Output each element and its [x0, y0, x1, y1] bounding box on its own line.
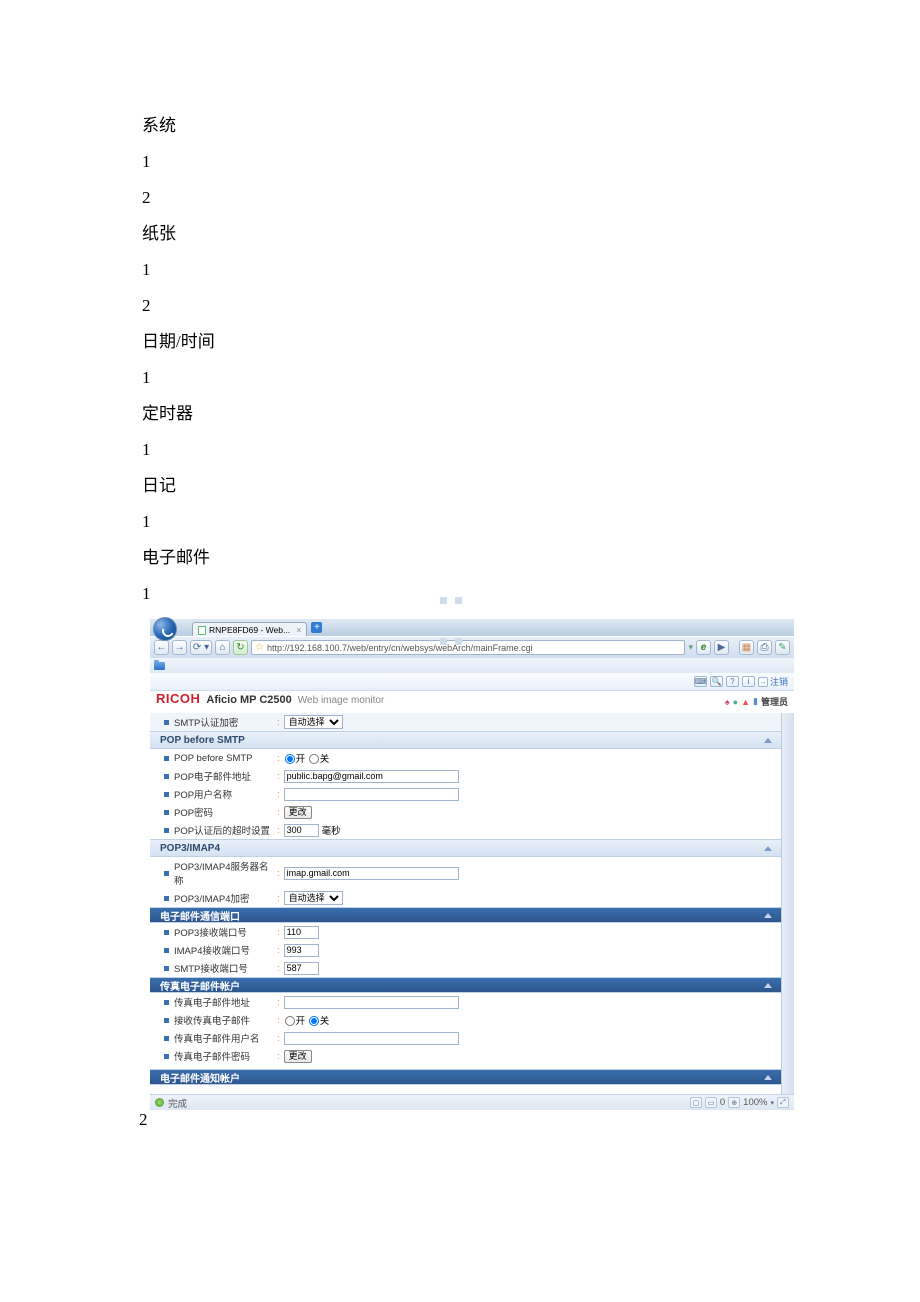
- pop-email-input[interactable]: [284, 770, 459, 783]
- section-pop-before-smtp[interactable]: POP before SMTP: [150, 731, 782, 749]
- brand-logo: RICOH: [156, 691, 200, 706]
- text-line: 日记: [142, 468, 215, 504]
- page-icon-bar: ⌨ 🔍 ? i → 注销: [150, 673, 794, 691]
- browser-window: RNPE8FD69 - Web... × + ← → ⟳ ▾ ⌂ ↻ ☆ htt…: [150, 619, 794, 1110]
- section-pop-imap[interactable]: POP3/IMAP4: [150, 839, 782, 857]
- info-icon[interactable]: i: [742, 676, 755, 687]
- app-title: Web image monitor: [298, 695, 385, 706]
- feed-icon[interactable]: ▦: [739, 640, 754, 655]
- pop-timeout-input[interactable]: [284, 824, 319, 837]
- url-text: http://192.168.100.7/web/entry/cn/websys…: [267, 643, 533, 653]
- home-button[interactable]: ⌂: [215, 640, 230, 655]
- collapse-icon: [764, 846, 772, 851]
- user-icon: ♠: [725, 697, 730, 707]
- text-line: 系统: [142, 108, 215, 144]
- logout-link[interactable]: → 注销: [758, 675, 788, 688]
- job-icon: ▮: [753, 696, 758, 707]
- tools-icon[interactable]: ✎: [775, 640, 790, 655]
- back-button[interactable]: ←: [154, 640, 169, 655]
- favorite-icon[interactable]: ☆: [255, 642, 264, 653]
- text-line: 1: [142, 432, 215, 468]
- go-button[interactable]: ▶: [714, 640, 729, 655]
- pop-password-change[interactable]: 更改: [284, 806, 312, 819]
- search-icon[interactable]: 🔍: [710, 676, 723, 687]
- pop-user-input[interactable]: [284, 788, 459, 801]
- imap-server-input[interactable]: [284, 867, 459, 880]
- user-info: ♠ ● ▲ ▮ 管理员: [725, 695, 788, 708]
- imap-crypt-select[interactable]: 自动选择: [284, 891, 343, 905]
- status-dot-icon: [155, 1098, 164, 1107]
- collapse-icon: [764, 738, 772, 743]
- address-bar[interactable]: ☆ http://192.168.100.7/web/entry/cn/webs…: [251, 640, 685, 655]
- fax-password-change[interactable]: 更改: [284, 1050, 312, 1063]
- close-icon[interactable]: ×: [296, 625, 301, 635]
- smtp-crypt-select[interactable]: 自动选择: [284, 715, 343, 729]
- popup-blocker-icon[interactable]: ▭: [705, 1097, 717, 1108]
- page-mode-icon[interactable]: ▢: [690, 1097, 702, 1108]
- device-model: Aficio MP C2500: [206, 694, 291, 706]
- tab-strip: RNPE8FD69 - Web... × +: [150, 619, 794, 636]
- scrollbar-down[interactable]: ▾: [783, 1083, 793, 1093]
- zoom-icon[interactable]: ⊕: [728, 1097, 740, 1108]
- alert-icon: ▲: [741, 697, 750, 707]
- pop-on-radio[interactable]: 开: [284, 751, 306, 765]
- page-number-fragment: 2: [139, 1110, 148, 1130]
- fax-recv-on-radio[interactable]: 开: [284, 1013, 306, 1027]
- help-icon[interactable]: ?: [726, 676, 739, 687]
- section-notify-account[interactable]: 电子邮件通知帐户: [150, 1069, 782, 1085]
- bookmarks-bar: [150, 658, 794, 673]
- text-line: 1: [142, 360, 215, 396]
- settings-scroll-area: ▾ SMTP认证加密 : 自动选择 POP before SMTP PO: [150, 713, 794, 1094]
- section-email-port[interactable]: 电子邮件通信端口: [150, 907, 782, 923]
- text-line: 1: [142, 576, 215, 612]
- pop-off-radio[interactable]: 关: [308, 751, 330, 765]
- scrollbar-thumb[interactable]: [783, 715, 793, 760]
- fax-recv-off-radio[interactable]: 关: [308, 1013, 330, 1027]
- text-line: 1: [142, 144, 215, 180]
- keyboard-icon[interactable]: ⌨: [694, 676, 707, 687]
- section-fax-account[interactable]: 传真电子邮件帐户: [150, 977, 782, 993]
- text-line: 2: [142, 180, 215, 216]
- collapse-icon: [764, 983, 772, 988]
- page-header: RICOH Aficio MP C2500 Web image monitor: [150, 691, 794, 713]
- folder-icon[interactable]: [154, 662, 165, 670]
- logout-arrow-icon: →: [758, 677, 768, 687]
- status-bar: 完成 ▢ ▭ 0 ⊕ 100% ▾ ⤢: [150, 1094, 794, 1110]
- text-line: 1: [142, 504, 215, 540]
- fax-email-input[interactable]: [284, 996, 459, 1009]
- smtp-port-input[interactable]: [284, 962, 319, 975]
- text-line: 日期/时间: [142, 324, 215, 360]
- reload-button[interactable]: ↻: [233, 640, 248, 655]
- fax-user-input[interactable]: [284, 1032, 459, 1045]
- browser-tab[interactable]: RNPE8FD69 - Web... ×: [192, 622, 307, 636]
- text-line: 定时器: [142, 396, 215, 432]
- status-dot-icon: ●: [733, 697, 738, 707]
- page-icon: [198, 626, 206, 635]
- embedded-screenshot: RNPE8FD69 - Web... × + ← → ⟳ ▾ ⌂ ↻ ☆ htt…: [150, 619, 794, 1117]
- browser-orb-icon[interactable]: [153, 617, 177, 641]
- text-line: 1: [142, 252, 215, 288]
- zoom-value: 100%: [743, 1097, 767, 1108]
- status-text: 完成: [168, 1096, 187, 1110]
- compat-icon[interactable]: e: [696, 640, 711, 655]
- page-content: ⌨ 🔍 ? i → 注销 RICOH Aficio MP C2500 Web i…: [150, 673, 794, 1094]
- row-smtp-auth-crypt: SMTP认证加密 : 自动选择: [150, 713, 782, 731]
- pop3-port-input[interactable]: [284, 926, 319, 939]
- text-line: 纸张: [142, 216, 215, 252]
- add-tab-button[interactable]: +: [311, 622, 322, 633]
- imap4-port-input[interactable]: [284, 944, 319, 957]
- document-text-list: 系统12纸张12日期/时间1定时器1日记1电子邮件1: [142, 108, 215, 612]
- browser-toolbar: ← → ⟳ ▾ ⌂ ↻ ☆ http://192.168.100.7/web/e…: [150, 636, 794, 658]
- collapse-icon: [764, 1075, 772, 1080]
- print-icon[interactable]: ⎙: [757, 640, 772, 655]
- collapse-icon: [764, 913, 772, 918]
- forward-button[interactable]: →: [172, 640, 187, 655]
- history-dropdown[interactable]: ⟳ ▾: [190, 640, 212, 655]
- text-line: 电子邮件: [142, 540, 215, 576]
- text-line: 2: [142, 288, 215, 324]
- tab-title: RNPE8FD69 - Web...: [209, 625, 290, 635]
- fullscreen-icon[interactable]: ⤢: [777, 1097, 789, 1108]
